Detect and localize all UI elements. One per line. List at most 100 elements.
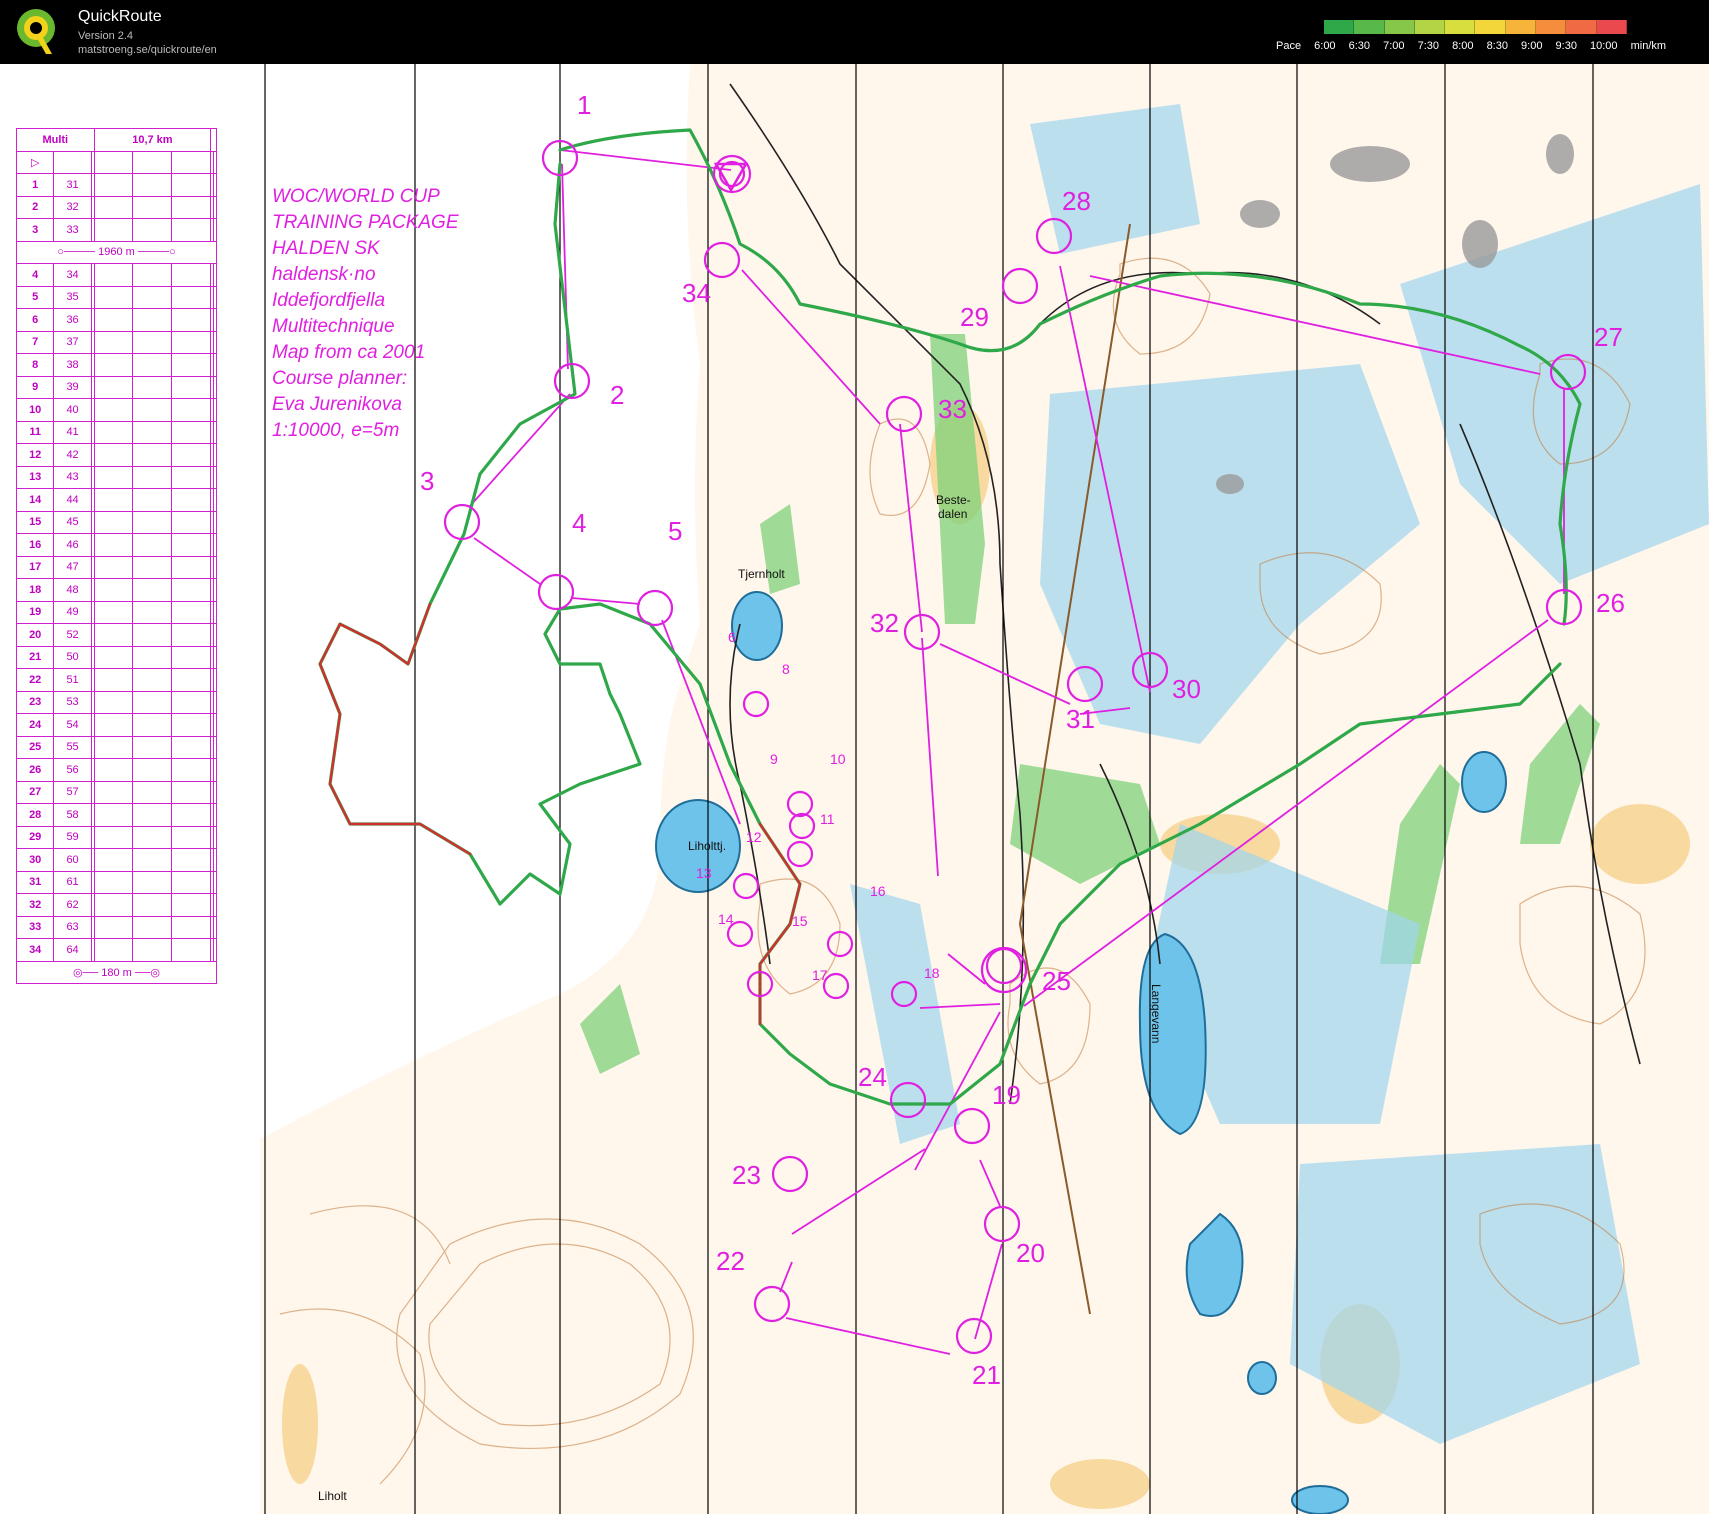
control-sequence: 11 (15, 420, 55, 444)
control-symbol-cell (132, 195, 173, 219)
pace-color-segment (1384, 20, 1415, 34)
control-symbol-cell (171, 645, 212, 669)
control-number: 24 (858, 1062, 887, 1092)
control-number: 21 (972, 1360, 1001, 1390)
control-symbol-cell (171, 173, 212, 197)
control-symbol-cell (213, 330, 217, 354)
control-symbol-cell (171, 803, 212, 827)
control-number: 5 (668, 516, 682, 546)
control-symbol-cell (93, 173, 134, 197)
control-symbol-cell (171, 713, 212, 737)
control-code: 51 (53, 668, 92, 692)
control-symbol-cell (132, 285, 173, 309)
control-symbol-cell (171, 263, 212, 287)
control-symbol-cell (132, 263, 173, 287)
control-symbol-cell (171, 443, 212, 467)
control-row: 14 44 (15, 488, 217, 512)
pace-color-segment (1414, 20, 1446, 34)
control-code: 33 (53, 218, 92, 242)
control-symbol-cell (213, 938, 217, 962)
control-code: 41 (53, 420, 92, 444)
control-row: 3 33 (15, 218, 217, 242)
control-symbol-cell (93, 713, 134, 737)
control-sequence: 33 (15, 915, 55, 939)
control-symbol-cell (93, 915, 134, 939)
control-code: 36 (53, 308, 92, 332)
control-symbol-cell (213, 533, 217, 557)
control-row: 13 43 (15, 465, 217, 489)
control-code: 48 (53, 578, 92, 602)
control-symbol-cell (171, 330, 212, 354)
control-symbol-cell (93, 488, 134, 512)
course-info-line: 1:10000, e=5m (272, 420, 399, 441)
control-code: 62 (53, 893, 92, 917)
control-symbol-cell (213, 825, 217, 849)
control-row: 12 42 (15, 443, 217, 467)
control-row: 10 40 (15, 398, 217, 422)
control-symbol-cell (213, 690, 217, 714)
control-code: 59 (53, 825, 92, 849)
quickroute-logo-icon (17, 9, 55, 54)
control-sequence: 29 (15, 825, 55, 849)
control-symbol-cell (171, 623, 212, 647)
control-sequence: 18 (15, 578, 55, 602)
control-symbol-cell (132, 758, 173, 782)
control-code: 47 (53, 555, 92, 579)
control-code: 58 (53, 803, 92, 827)
control-row: 32 62 (15, 893, 217, 917)
control-sequence: 10 (15, 398, 55, 422)
control-symbol-cell (213, 263, 217, 287)
orienteering-map[interactable]: 1 2 3 4 5 6 8 9 10 11 12 13 14 15 16 17 … (0, 64, 1709, 1514)
control-row: 34 64 (15, 938, 217, 962)
control-sequence: 26 (15, 758, 55, 782)
control-code: 40 (53, 398, 92, 422)
control-symbol-cell (132, 713, 173, 737)
start-empty-cell (213, 150, 217, 174)
control-row: 18 48 (15, 578, 217, 602)
pace-color-segment (1475, 20, 1506, 34)
control-row: 31 61 (15, 870, 217, 894)
control-symbol-cell (171, 668, 212, 692)
course-info-line: Iddefjordfjella (272, 290, 385, 311)
control-symbol-cell (213, 578, 217, 602)
control-symbol-cell (93, 263, 134, 287)
control-sequence: 15 (15, 510, 55, 534)
control-code: 34 (53, 263, 92, 287)
control-number: 23 (732, 1160, 761, 1190)
control-number: 10 (830, 751, 846, 767)
control-symbol-cell (93, 285, 134, 309)
control-symbol-cell (132, 465, 173, 489)
control-row: 1 31 (15, 173, 217, 197)
course-info-block: WOC/WORLD CUP TRAINING PACKAGE HALDEN SK… (272, 186, 459, 441)
control-symbol-cell (132, 623, 173, 647)
course-info-line: HALDEN SK (272, 238, 381, 259)
control-number: 26 (1596, 588, 1625, 618)
control-symbol-cell (93, 353, 134, 377)
app-url-link[interactable]: matstroeng.se/quickroute/en (78, 44, 217, 56)
control-symbol-cell (171, 398, 212, 422)
control-code: 49 (53, 600, 92, 624)
control-sequence: 31 (15, 870, 55, 894)
control-symbol-cell (132, 555, 173, 579)
control-symbol-cell (132, 510, 173, 534)
control-row: 11 41 (15, 420, 217, 444)
control-symbol-cell (93, 735, 134, 759)
control-code: 45 (53, 510, 92, 534)
pace-color-segment (1566, 20, 1597, 34)
control-symbol-cell (213, 465, 217, 489)
control-symbol-cell (213, 600, 217, 624)
control-sequence: 5 (15, 285, 55, 309)
map-view[interactable]: 1 2 3 4 5 6 8 9 10 11 12 13 14 15 16 17 … (0, 64, 1709, 1514)
control-row: 16 46 (15, 533, 217, 557)
control-symbol-cell (132, 330, 173, 354)
control-row: 2 32 (15, 195, 217, 219)
pace-color-segment (1354, 20, 1385, 34)
control-symbol-cell (171, 870, 212, 894)
control-row: 23 53 (15, 690, 217, 714)
control-symbol-cell (132, 735, 173, 759)
control-number: 28 (1062, 186, 1091, 216)
control-symbol-cell (93, 758, 134, 782)
control-symbol-cell (132, 420, 173, 444)
control-row: 33 63 (15, 915, 217, 939)
control-symbol-cell (93, 218, 134, 242)
